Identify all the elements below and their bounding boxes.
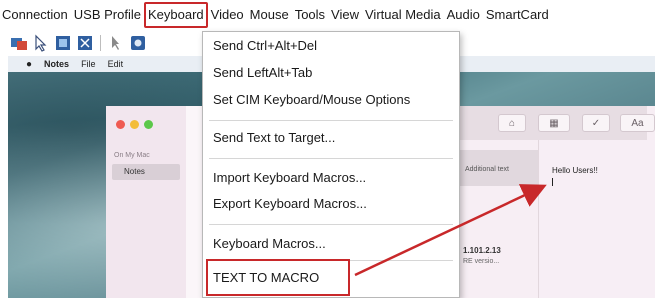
list-row-title: 1.101.2.13 [463,246,501,255]
toolbar-separator [100,35,101,51]
zoom-window-icon[interactable] [144,120,153,129]
minimize-window-icon[interactable] [130,120,139,129]
note-editor[interactable] [538,140,655,298]
mouse-sync-icon[interactable] [107,34,125,52]
connect-icon[interactable] [10,34,28,52]
pointer-icon[interactable] [32,34,50,52]
menu-separator [209,224,453,225]
lock-icon[interactable]: ⌂ [498,114,526,132]
menu-bar: Connection USB Profile Keyboard Video Mo… [0,0,655,30]
menu-item-send-text-to-target[interactable]: Send Text to Target... [213,130,335,145]
format-button[interactable]: Aa [620,114,655,132]
text-cursor [552,178,553,186]
menu-tools[interactable]: Tools [292,0,328,30]
menu-usb-profile[interactable]: USB Profile [71,0,144,30]
menu-separator [209,120,453,121]
menu-item-send-leftalt-tab[interactable]: Send LeftAlt+Tab [213,65,312,80]
menu-item-set-cim-options[interactable]: Set CIM Keyboard/Mouse Options [213,92,410,107]
fullscreen-icon[interactable] [54,34,72,52]
keyboard-dropdown-menu: Send Ctrl+Alt+Del Send LeftAlt+Tab Set C… [202,31,460,298]
mac-menu-file[interactable]: File [81,59,96,69]
menu-video[interactable]: Video [208,0,247,30]
menu-mouse[interactable]: Mouse [247,0,292,30]
fit-screen-icon[interactable] [76,34,94,52]
sidebar-caption: On My Mac [114,152,150,159]
menu-item-export-macros[interactable]: Export Keyboard Macros... [213,196,367,211]
menu-audio[interactable]: Audio [444,0,483,30]
apple-icon[interactable]: ● [26,59,32,70]
close-window-icon[interactable] [116,120,125,129]
checklist-icon[interactable]: ✓ [582,114,610,132]
sidebar-item-notes[interactable]: Notes [112,164,180,180]
list-row-text: Additional text [465,166,509,173]
menu-separator [209,158,453,159]
menu-connection[interactable]: Connection [0,0,71,30]
menu-keyboard[interactable]: Keyboard [143,2,208,28]
list-row-subtitle: RE versio... [463,258,500,265]
mac-menu-app[interactable]: Notes [44,59,69,69]
notes-sidebar [106,106,186,298]
menu-virtual-media[interactable]: Virtual Media [362,0,444,30]
menu-item-keyboard-macros[interactable]: Keyboard Macros... [213,236,326,251]
mac-menu-edit[interactable]: Edit [108,59,124,69]
table-icon[interactable]: ▦ [538,114,570,132]
menu-item-text-to-macro[interactable]: TEXT TO MACRO [213,270,319,285]
menu-smartcard[interactable]: SmartCard [483,0,552,30]
menu-item-send-ctrl-alt-del[interactable]: Send Ctrl+Alt+Del [213,38,317,53]
settings-icon[interactable] [129,34,147,52]
menu-item-import-macros[interactable]: Import Keyboard Macros... [213,170,366,185]
editor-text: Hello Users!! [552,166,598,175]
menu-view[interactable]: View [328,0,362,30]
